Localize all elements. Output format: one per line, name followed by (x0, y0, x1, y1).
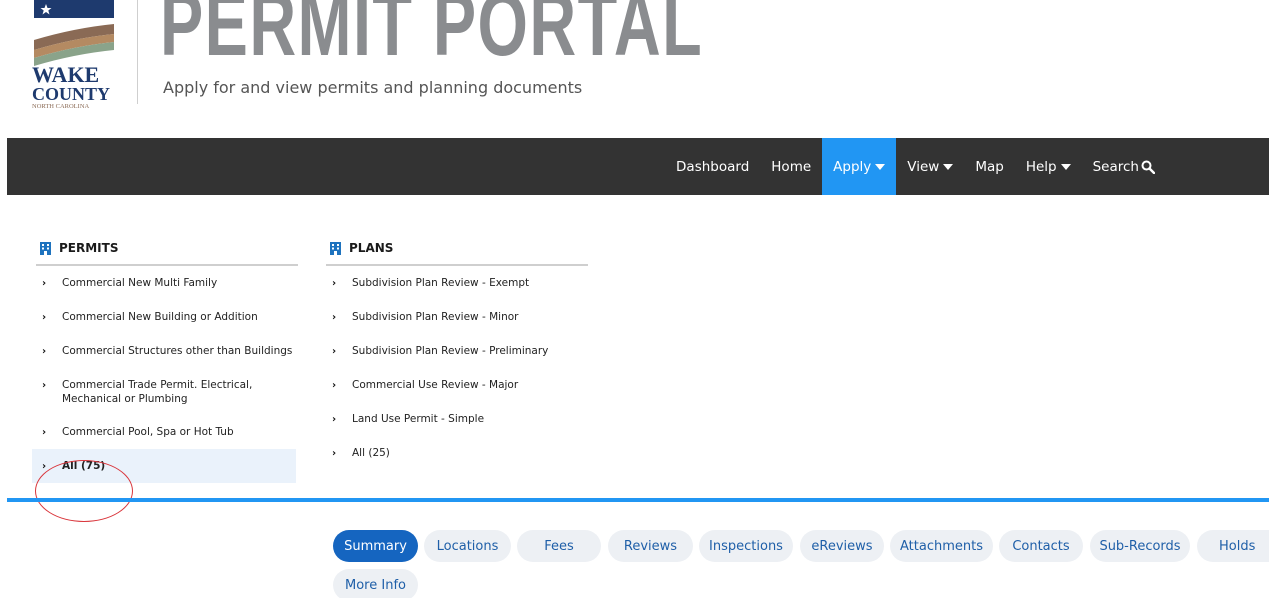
nav-items: Dashboard Home Apply View Map Help Searc… (665, 138, 1269, 195)
permits-menu: PERMITS › Commercial New Multi Family › Co… (32, 232, 298, 483)
header-divider (137, 0, 138, 104)
plan-item-commercial-use-major[interactable]: › Commercial Use Review - Major (326, 368, 588, 402)
nav-dashboard-label: Dashboard (676, 158, 750, 175)
permit-item-label: Commercial Structures other than Buildin… (62, 345, 293, 357)
nav-dashboard[interactable]: Dashboard (665, 138, 760, 195)
permits-heading: PERMITS (36, 232, 298, 266)
caret-down-icon (943, 163, 954, 170)
chevron-right-icon: › (332, 380, 337, 391)
chevron-right-icon: › (42, 380, 47, 391)
tab-locations[interactable]: Locations (424, 530, 511, 562)
chevron-right-icon: › (42, 312, 47, 323)
tab-reviews[interactable]: Reviews (608, 530, 693, 562)
wake-county-logo[interactable]: WAKE COUNTY NORTH CAROLINA (30, 0, 130, 108)
permit-item-commercial-trade[interactable]: › Commercial Trade Permit. Electrical, Me… (36, 368, 298, 415)
chevron-right-icon: › (42, 346, 47, 357)
search-icon (1141, 160, 1155, 174)
plan-item-label: Subdivision Plan Review - Minor (352, 311, 519, 323)
page-header: WAKE COUNTY NORTH CAROLINA PERMIT PORTAL… (0, 0, 1269, 138)
plan-item-land-use-simple[interactable]: › Land Use Permit - Simple (326, 402, 588, 436)
plan-item-label: Subdivision Plan Review - Preliminary (352, 345, 549, 357)
highlight-annotation (35, 460, 133, 522)
plans-heading: PLANS (326, 232, 588, 266)
tab-summary[interactable]: Summary (333, 530, 418, 562)
caret-down-icon (875, 163, 886, 170)
tab-attachments[interactable]: Attachments (890, 530, 993, 562)
page-title: PERMIT PORTAL (160, 0, 704, 75)
nav-home-label: Home (771, 158, 812, 175)
plans-menu: PLANS › Subdivision Plan Review - Exempt … (326, 232, 588, 470)
svg-text:NORTH CAROLINA: NORTH CAROLINA (32, 103, 90, 108)
nav-help[interactable]: Help (1015, 138, 1082, 195)
plan-item-label: Land Use Permit - Simple (352, 413, 485, 425)
plan-item-label: All (25) (352, 447, 390, 459)
nav-search[interactable]: Search (1082, 138, 1166, 195)
plans-heading-label: PLANS (349, 241, 394, 255)
section-divider (7, 498, 1269, 502)
plan-item-label: Subdivision Plan Review - Exempt (352, 277, 530, 289)
tab-more-info[interactable]: More Info (333, 569, 418, 598)
permit-item-commercial-structures[interactable]: › Commercial Structures other than Buildi… (36, 334, 298, 368)
permits-heading-label: PERMITS (59, 241, 119, 255)
permits-list: › Commercial New Multi Family › Commercial… (32, 266, 298, 483)
building-icon (40, 241, 51, 255)
page-subtitle: Apply for and view permits and planning … (163, 78, 583, 97)
chevron-right-icon: › (332, 346, 337, 357)
nav-map[interactable]: Map (964, 138, 1015, 195)
nav-view-label: View (907, 158, 940, 175)
permit-item-label: Commercial Pool, Spa or Hot Tub (62, 426, 234, 438)
tab-contacts[interactable]: Contacts (999, 530, 1083, 562)
plan-item-subdivision-exempt[interactable]: › Subdivision Plan Review - Exempt (326, 266, 588, 300)
chevron-right-icon: › (332, 278, 337, 289)
tab-ereviews[interactable]: eReviews (800, 530, 884, 562)
nav-view[interactable]: View (896, 138, 964, 195)
permit-item-label: Commercial New Building or Addition (62, 311, 258, 323)
plans-list: › Subdivision Plan Review - Exempt › Subdi… (326, 266, 588, 470)
building-icon (330, 241, 341, 255)
chevron-right-icon: › (42, 427, 47, 438)
chevron-right-icon: › (332, 414, 337, 425)
tab-inspections[interactable]: Inspections (699, 530, 793, 562)
caret-down-icon (1060, 163, 1071, 170)
chevron-right-icon: › (42, 278, 47, 289)
permit-item-label: Commercial Trade Permit. Electrical, Mec… (62, 379, 253, 405)
main-navbar: Dashboard Home Apply View Map Help Searc… (7, 138, 1269, 195)
tab-holds[interactable]: Holds (1197, 530, 1269, 562)
permit-item-commercial-new-multi-family[interactable]: › Commercial New Multi Family (36, 266, 298, 300)
chevron-right-icon: › (332, 448, 337, 459)
nav-search-label: Search (1092, 158, 1139, 175)
tab-sub-records[interactable]: Sub-Records (1090, 530, 1190, 562)
nav-map-label: Map (975, 158, 1004, 175)
permit-item-commercial-pool[interactable]: › Commercial Pool, Spa or Hot Tub (36, 415, 298, 449)
chevron-right-icon: › (332, 312, 337, 323)
nav-help-label: Help (1025, 158, 1057, 175)
plan-item-all[interactable]: › All (25) (326, 436, 588, 470)
permit-item-label: Commercial New Multi Family (62, 277, 218, 289)
svg-text:COUNTY: COUNTY (32, 84, 110, 104)
nav-home[interactable]: Home (760, 138, 822, 195)
permit-item-commercial-new-building[interactable]: › Commercial New Building or Addition (36, 300, 298, 334)
nav-apply-label: Apply (833, 158, 872, 175)
tab-fees[interactable]: Fees (517, 530, 601, 562)
plan-item-label: Commercial Use Review - Major (352, 379, 519, 391)
plan-item-subdivision-minor[interactable]: › Subdivision Plan Review - Minor (326, 300, 588, 334)
nav-apply[interactable]: Apply (822, 138, 897, 195)
plan-item-subdivision-preliminary[interactable]: › Subdivision Plan Review - Preliminary (326, 334, 588, 368)
